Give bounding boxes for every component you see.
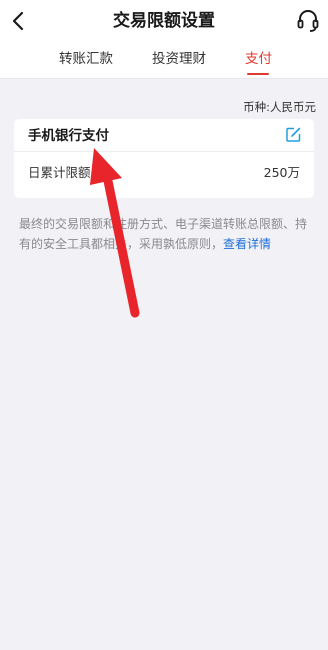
limit-card: 手机银行支付 日累计限额 250万: [14, 119, 314, 198]
top-bar: 交易限额设置: [0, 0, 328, 42]
tab-investment[interactable]: 投资理财: [152, 50, 206, 68]
active-tab-indicator: [247, 73, 269, 75]
limit-notice: 最终的交易限额和注册方式、电子渠道转账总限额、持有的安全工具都相关，采用孰低原则…: [19, 215, 309, 254]
tab-transfer[interactable]: 转账汇款: [59, 50, 113, 68]
headset-icon[interactable]: [296, 8, 320, 34]
card-title: 手机银行支付: [28, 128, 109, 144]
view-details-link[interactable]: 查看详情: [223, 237, 271, 251]
edit-icon[interactable]: [286, 127, 301, 142]
currency-label: 币种:人民币元: [243, 100, 316, 114]
annotation-arrow: [90, 148, 140, 318]
page-title: 交易限额设置: [113, 11, 215, 31]
daily-limit-value: 250万: [263, 165, 300, 180]
divider: [14, 151, 314, 152]
daily-limit-label: 日累计限额: [28, 165, 91, 180]
tab-bar: 转账汇款 投资理财 支付: [0, 42, 328, 79]
tab-payment[interactable]: 支付: [245, 50, 272, 68]
